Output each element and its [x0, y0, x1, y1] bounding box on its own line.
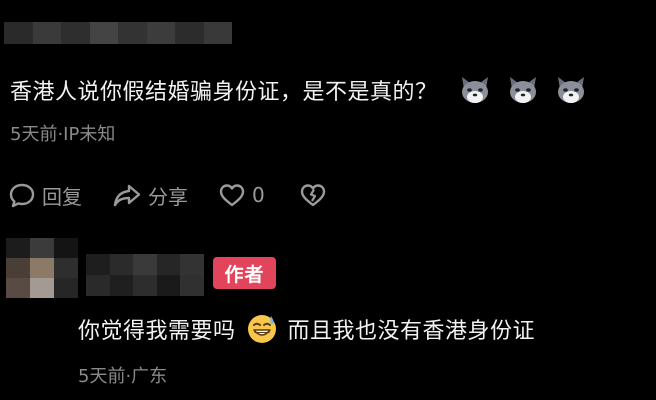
- reply-button[interactable]: 回复: [8, 181, 82, 210]
- reply-label: 回复: [42, 184, 82, 209]
- broken-heart-icon: [300, 184, 325, 207]
- dislike-button[interactable]: [299, 182, 327, 208]
- blurred-username: [4, 22, 232, 44]
- like-count: 0: [252, 183, 265, 207]
- reply-text-before: 你觉得我需要吗: [78, 319, 236, 344]
- comment-meta: 5天前·IP未知: [10, 124, 116, 145]
- avatar[interactable]: [6, 238, 78, 298]
- author-badge: 作者: [213, 257, 276, 289]
- emoji-group: [458, 73, 588, 107]
- share-icon: [113, 184, 141, 207]
- comment-body: 香港人说你假结婚骗身份证，是不是真的？: [10, 72, 588, 108]
- blurred-author-name: [86, 254, 204, 296]
- share-button[interactable]: 分享: [112, 181, 188, 210]
- reply-meta: 5天前·广东: [78, 366, 168, 387]
- heart-icon: [219, 184, 245, 207]
- reply-body: 你觉得我需要吗 而且我也没有香港身份证: [78, 312, 535, 346]
- comment-actions: 回复 分享 0: [8, 178, 357, 212]
- wolf-face-icon: [506, 73, 540, 107]
- reply-text-after: 而且我也没有香港身份证: [287, 319, 536, 344]
- comment-icon: [9, 183, 35, 208]
- share-label: 分享: [148, 184, 188, 209]
- wolf-face-icon: [554, 73, 588, 107]
- sweat-smile-icon: [246, 313, 278, 345]
- wolf-face-icon: [458, 73, 492, 107]
- comment-text: 香港人说你假结婚骗身份证，是不是真的？: [10, 80, 438, 105]
- like-button[interactable]: 0: [218, 182, 265, 208]
